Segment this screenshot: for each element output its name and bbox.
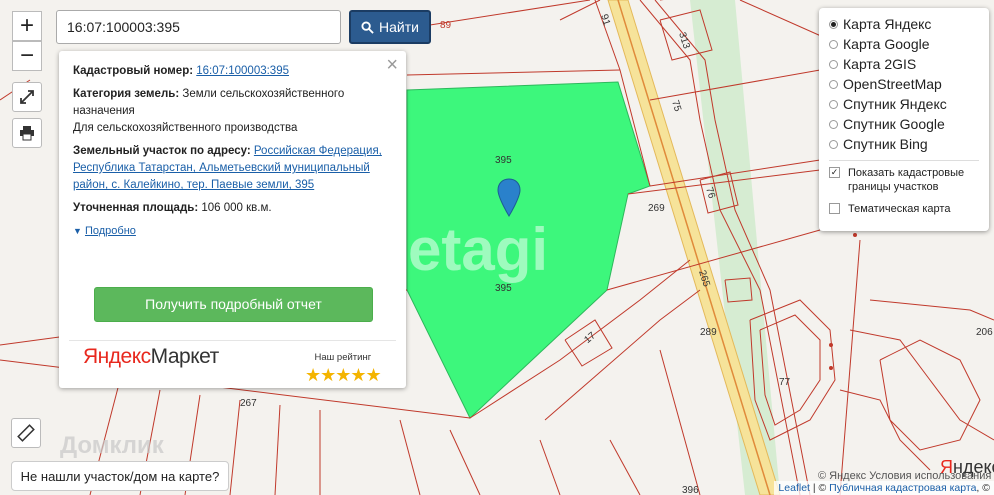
ruler-icon [17,424,35,442]
map-marker-dot [829,366,833,370]
area-row: Уточненная площадь: 106 000 кв.м. [73,200,392,217]
parcel-label: 89 [440,20,452,31]
address-label: Земельный участок по адресу: [73,145,251,157]
attribution-separator: | © [809,482,830,494]
parcel-label: 396 [682,485,699,495]
layer-radio[interactable] [829,19,838,29]
watermark-etagi: etagi [408,216,549,283]
leaflet-link[interactable]: Leaflet [778,482,810,494]
layer-option[interactable]: Карта Яндекс [829,14,979,34]
address-row: Земельный участок по адресу: Российская … [73,143,392,194]
watermark-domclick: Домклик [60,432,164,459]
cadastral-label: Кадастровый номер: [73,65,194,77]
map-attribution: Leaflet | © Публичная кадастровая карта,… [774,481,994,495]
map-marker-dot [829,343,833,347]
layer-option-label: Карта 2GIS [843,56,917,72]
popup-divider [69,340,396,341]
rating-badge[interactable]: Наш рейтинг ★★★★★ [305,349,382,385]
attribution-suffix: , © [976,482,990,494]
triangle-down-icon: ▼ [73,226,82,236]
printer-icon [20,126,34,141]
report-button[interactable]: Получить подробный отчет [94,287,373,322]
layers-divider [829,160,979,161]
layer-radio[interactable] [829,119,838,129]
category-row: Категория земель: Земли сельскохозяйстве… [73,86,392,137]
market-brand-right: Маркет [150,345,220,368]
layer-option-label: Спутник Google [843,116,945,132]
parcel-label: 395 [495,283,512,294]
thematic-checkbox[interactable] [829,203,840,214]
layer-option[interactable]: Карта 2GIS [829,54,979,74]
market-brand-left: Яндекс [83,345,151,368]
search-button-label: Найти [379,19,419,35]
layer-option[interactable]: Спутник Яндекс [829,94,979,114]
search-icon [361,20,374,34]
category-label: Категория земель: [73,88,180,100]
details-row[interactable]: ▼ Подробно [73,223,392,240]
layer-option-label: Карта Google [843,36,930,52]
area-value: 106 000 кв.м. [201,202,272,214]
layer-option-label: Спутник Bing [843,136,928,152]
layer-option-label: Спутник Яндекс [843,96,947,112]
layer-radio[interactable] [829,79,838,89]
layer-radio[interactable] [829,39,838,49]
layer-option[interactable]: Спутник Bing [829,134,979,154]
show-borders-checkbox[interactable]: ✓ [829,167,840,178]
layer-option[interactable]: OpenStreetMap [829,74,979,94]
show-borders-label: Показать кадастровые границы участков [848,167,965,193]
parcel-info-popup: × Кадастровый номер: 16:07:100003:395 Ка… [59,51,406,388]
layer-option[interactable]: Карта Google [829,34,979,54]
close-icon[interactable]: × [386,55,398,75]
parcel-label: 267 [240,398,257,409]
map-pin-icon[interactable] [497,178,521,218]
map-marker-dot [853,233,857,237]
ruler-button[interactable] [11,418,41,448]
pkk-link[interactable]: Публичная кадастровая карта [829,482,976,494]
usage-value: Для сельскохозяйственного производства [73,122,298,134]
rating-stars: ★★★★★ [305,365,382,385]
zoom-in-button[interactable]: + [12,11,42,41]
not-found-button[interactable]: Не нашли участок/дом на карте? [11,461,229,491]
thematic-option[interactable]: Тематическая карта [829,202,979,216]
layer-switcher: Карта Яндекс Карта Google Карта 2GIS OpenSt… [819,8,989,231]
parcel-label: 289 [700,327,717,338]
layer-options: Карта Яндекс Карта Google Карта 2GIS OpenSt… [829,14,979,154]
print-button[interactable] [12,118,42,148]
zoom-out-button[interactable]: − [12,41,42,71]
show-borders-option[interactable]: ✓ Показать кадастровые границы участков [829,166,979,194]
yandex-market-logo[interactable]: ЯндексМаркет [83,345,220,368]
parcel-label: 269 [648,203,665,214]
search-button[interactable]: Найти [349,10,431,44]
layer-option-label: OpenStreetMap [843,76,942,92]
details-link[interactable]: Подробно [85,225,136,237]
parcel-label: 206 [976,327,993,338]
cadastral-row: Кадастровый номер: 16:07:100003:395 [73,63,392,80]
parcel-label: 77 [779,377,791,388]
layer-option-label: Карта Яндекс [843,16,932,32]
layer-radio[interactable] [829,139,838,149]
layer-radio[interactable] [829,59,838,69]
fullscreen-button[interactable] [12,82,42,112]
cadastral-link[interactable]: 16:07:100003:395 [196,65,289,77]
rating-label: Наш рейтинг [314,352,372,363]
expand-icon [20,90,34,104]
layer-option[interactable]: Спутник Google [829,114,979,134]
parcel-label: 395 [495,155,512,166]
area-label: Уточненная площадь: [73,202,199,214]
search-input[interactable] [56,10,341,44]
thematic-label: Тематическая карта [848,203,951,215]
layer-radio[interactable] [829,99,838,109]
